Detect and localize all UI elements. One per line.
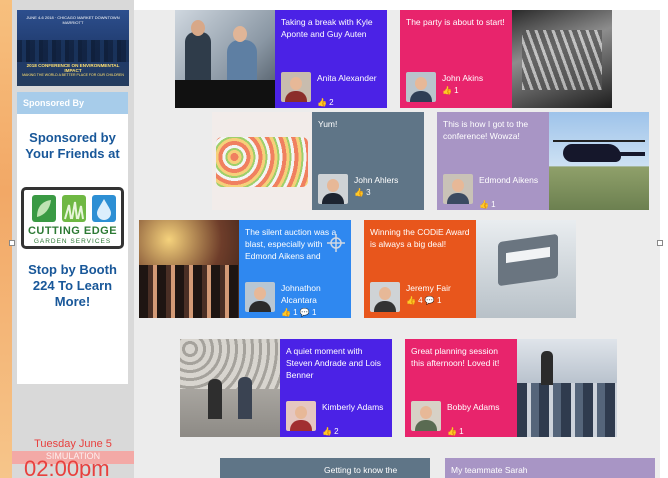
- logo-name: CUTTING EDGE: [27, 225, 118, 237]
- post-photo[interactable]: [180, 339, 280, 437]
- banner-date: JUNE 4-6 2018 · CHICAGO MARKET DOWNTOWN …: [26, 15, 120, 25]
- sponsor-card[interactable]: Sponsored By Sponsored by Your Friends a…: [17, 92, 128, 384]
- user-avatar-icon[interactable]: [245, 282, 275, 312]
- resize-handle-right[interactable]: [657, 240, 663, 246]
- post-card[interactable]: This is how I got to the conference! Wow…: [437, 112, 649, 210]
- post-caption: This is how I got to the conference! Wow…: [443, 119, 529, 141]
- post-caption: Winning the CODiE Award is always a big …: [370, 227, 470, 249]
- post-author[interactable]: Johnathon Alcantara: [281, 282, 349, 306]
- post-author[interactable]: John Akins: [442, 72, 510, 84]
- logo-subtitle: GARDEN SERVICES: [33, 238, 112, 245]
- post-caption: A quiet moment with Steven Andrade and L…: [286, 346, 381, 380]
- post-photo[interactable]: [139, 220, 239, 318]
- crosshair-cursor-icon: [327, 234, 345, 252]
- user-avatar-icon[interactable]: [286, 401, 316, 431]
- post-photo[interactable]: [549, 112, 649, 210]
- post-card[interactable]: The silent auction was a blast, especial…: [139, 220, 351, 318]
- leaf-icon: [32, 195, 56, 222]
- user-avatar-icon[interactable]: [443, 174, 473, 204]
- sponsor-intro: Sponsored by Your Friends at: [25, 130, 120, 161]
- post-caption: Yum!: [318, 119, 338, 129]
- post-stats: 👍 1: [447, 427, 464, 436]
- user-avatar-icon[interactable]: [318, 174, 348, 204]
- post-caption: The party is about to start!: [406, 17, 505, 27]
- post-stats: 👍 1 💬 1: [281, 308, 317, 317]
- post-caption: Taking a break with Kyle Aponte and Guy …: [281, 17, 373, 39]
- resize-handle-left[interactable]: [9, 240, 15, 246]
- post-stats: 👍 3: [354, 188, 371, 197]
- post-card[interactable]: Yum! John Ahlers 👍 3: [212, 112, 424, 210]
- sponsor-header: Sponsored By: [17, 92, 128, 114]
- post-stats: 👍 2: [322, 427, 339, 436]
- post-photo[interactable]: [175, 10, 275, 108]
- water-drop-icon: [92, 195, 116, 222]
- post-card[interactable]: Taking a break with Kyle Aponte and Guy …: [175, 10, 387, 108]
- user-avatar-icon[interactable]: [406, 72, 436, 102]
- conference-banner[interactable]: JUNE 4-6 2018 · CHICAGO MARKET DOWNTOWN …: [17, 10, 129, 86]
- grass-icon: [62, 195, 86, 222]
- simulation-time: 02:00pm: [24, 456, 110, 478]
- simulation-day: Tuesday June 5: [34, 438, 112, 450]
- post-caption: Great planning session this afternoon! L…: [411, 346, 500, 368]
- post-caption: My teammate Sarah: [451, 465, 528, 475]
- user-avatar-icon[interactable]: [411, 401, 441, 431]
- post-photo[interactable]: [517, 339, 617, 437]
- post-stats: 👍 1: [479, 200, 496, 209]
- user-avatar-icon[interactable]: [370, 282, 400, 312]
- post-author[interactable]: Kimberly Adams: [322, 401, 390, 413]
- post-author[interactable]: Edmond Aikens: [479, 174, 547, 186]
- post-photo[interactable]: [476, 220, 576, 318]
- post-card[interactable]: The party is about to start! John Akins …: [400, 10, 612, 108]
- banner-subtitle: MAKING THE WORLD A BETTER PLACE FOR OUR …: [22, 73, 124, 77]
- post-photo[interactable]: [512, 10, 612, 108]
- post-card[interactable]: My teammate Sarah: [445, 458, 655, 478]
- post-card[interactable]: A quiet moment with Steven Andrade and L…: [180, 339, 392, 437]
- post-card[interactable]: Getting to know the: [220, 458, 430, 478]
- post-author[interactable]: Jeremy Fair: [406, 282, 474, 294]
- sponsor-booth-text: Stop by Booth 224 To Learn More!: [28, 262, 117, 309]
- post-card[interactable]: Great planning session this afternoon! L…: [405, 339, 617, 437]
- sponsor-logo[interactable]: CUTTING EDGE GARDEN SERVICES: [21, 187, 124, 249]
- post-author[interactable]: John Ahlers: [354, 174, 422, 186]
- post-card[interactable]: Winning the CODiE Award is always a big …: [364, 220, 576, 318]
- user-avatar-icon[interactable]: [281, 72, 311, 102]
- post-caption: Getting to know the: [324, 465, 398, 475]
- post-author[interactable]: Bobby Adams: [447, 401, 515, 413]
- city-skyline-image: [17, 40, 129, 62]
- post-stats: 👍 4 💬 1: [406, 296, 442, 305]
- post-author[interactable]: Anita Alexander: [317, 72, 385, 84]
- post-stats: 👍 1: [442, 86, 459, 95]
- banner-title: 2018 CONFERENCE ON ENVIRONMENTAL IMPACT: [26, 63, 120, 73]
- post-photo[interactable]: [212, 112, 312, 210]
- post-stats: 👍 2: [317, 98, 334, 107]
